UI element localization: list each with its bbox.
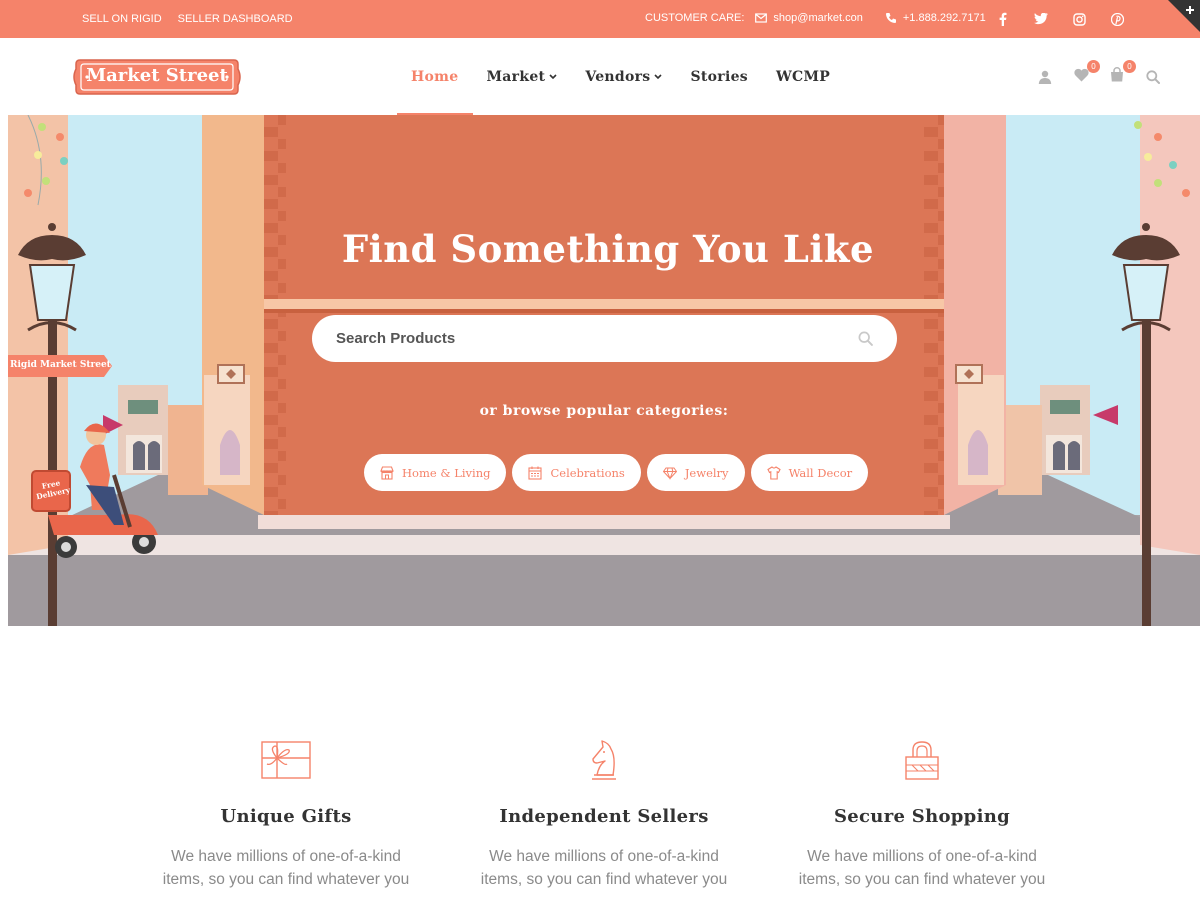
lock-icon [764, 738, 1080, 782]
wishlist-count-badge: 0 [1087, 60, 1100, 73]
feature-independent-sellers: Independent Sellers We have millions of … [446, 738, 762, 891]
cart-button[interactable]: 0 [1108, 60, 1136, 87]
feature-unique-gifts: Unique Gifts We have millions of one-of-… [128, 738, 444, 891]
category-wall-decor[interactable]: Wall Decor [750, 454, 869, 491]
hero-banner: Rigid Market Street Free Delivery Find S… [8, 115, 1200, 626]
email-link[interactable]: shop@market.con [773, 12, 862, 24]
shopping-bag-icon [1110, 67, 1124, 87]
top-bar-contact: CUSTOMER CARE: shop@market.con +1.888.29… [645, 12, 1008, 24]
corner-toggle[interactable] [1168, 0, 1200, 32]
category-label: Home & Living [402, 465, 491, 480]
nav-item-label: Market [486, 68, 546, 85]
category-home-living[interactable]: Home & Living [364, 454, 507, 491]
nav-item-wcmp[interactable]: WCMP [762, 38, 844, 115]
chevron-down-icon [549, 73, 557, 80]
heart-icon [1073, 68, 1089, 87]
nav-item-label: Home [411, 68, 459, 85]
shirt-icon [766, 465, 781, 480]
cart-count-badge: 0 [1123, 60, 1136, 73]
phone-link[interactable]: +1.888.292.7171 [903, 12, 986, 24]
street-illustration [8, 115, 1200, 626]
popular-categories: Home & Living Celebrations Jewelry Wall … [364, 454, 869, 491]
seller-dashboard-link[interactable]: SELLER DASHBOARD [178, 13, 293, 25]
phone-icon [885, 12, 897, 24]
feature-text: We have millions of one-of-a-kind items,… [480, 848, 728, 888]
product-search-bar [312, 315, 897, 362]
nav-item-label: Stories [690, 68, 748, 85]
nav-item-market[interactable]: Market [473, 38, 572, 115]
store-icon [380, 465, 394, 480]
wishlist-button[interactable]: 0 [1072, 60, 1100, 87]
social-links [984, 10, 1136, 28]
gift-icon [128, 738, 444, 782]
diamond-icon [662, 466, 677, 480]
envelope-icon [755, 12, 768, 24]
customer-care-label: CUSTOMER CARE: [645, 12, 745, 24]
category-celebrations[interactable]: Celebrations [512, 454, 641, 491]
sell-on-rigid-link[interactable]: SELL ON RIGID [82, 13, 162, 25]
site-header: Market Street Home Market Vendors Storie… [0, 38, 1200, 115]
category-label: Jewelry [684, 465, 729, 480]
facebook-icon[interactable] [984, 10, 1022, 28]
top-bar-left: SELL ON RIGID SELLER DASHBOARD [82, 13, 293, 25]
search-icon[interactable] [1144, 68, 1162, 86]
feature-secure-shopping: Secure Shopping We have millions of one-… [764, 738, 1080, 891]
logo-text: Market Street [86, 65, 228, 86]
nav-item-label: Vendors [585, 68, 651, 85]
feature-text: We have millions of one-of-a-kind items,… [162, 848, 410, 888]
pinterest-icon[interactable] [1098, 10, 1136, 28]
hero-title: Find Something You Like [341, 227, 875, 271]
nav-item-stories[interactable]: Stories [676, 38, 762, 115]
category-label: Wall Decor [788, 465, 853, 480]
chevron-down-icon [654, 73, 663, 80]
nav-item-label: WCMP [775, 68, 831, 85]
feature-text: We have millions of one-of-a-kind items,… [798, 848, 1046, 888]
street-sign-text: Rigid Market Street [10, 360, 111, 370]
feature-title: Unique Gifts [220, 806, 352, 827]
twitter-icon[interactable] [1022, 10, 1060, 28]
calendar-icon [528, 466, 543, 480]
feature-title: Independent Sellers [499, 806, 709, 827]
search-input[interactable] [336, 315, 836, 362]
category-jewelry[interactable]: Jewelry [646, 454, 745, 491]
instagram-icon[interactable] [1060, 10, 1098, 28]
top-bar: SELL ON RIGID SELLER DASHBOARD CUSTOMER … [0, 0, 1200, 38]
chess-knight-icon [446, 738, 762, 782]
nav-item-home[interactable]: Home [397, 38, 473, 115]
browse-categories-label: or browse popular categories: [479, 403, 729, 419]
main-nav: Home Market Vendors Stories WCMP [397, 38, 844, 115]
nav-item-vendors[interactable]: Vendors [571, 38, 676, 115]
user-icon[interactable] [1036, 68, 1054, 86]
category-label: Celebrations [550, 465, 625, 480]
header-icons: 0 0 [1036, 60, 1162, 87]
feature-title: Secure Shopping [834, 806, 1010, 827]
search-icon[interactable] [858, 331, 874, 347]
site-logo[interactable]: Market Street [72, 56, 242, 98]
